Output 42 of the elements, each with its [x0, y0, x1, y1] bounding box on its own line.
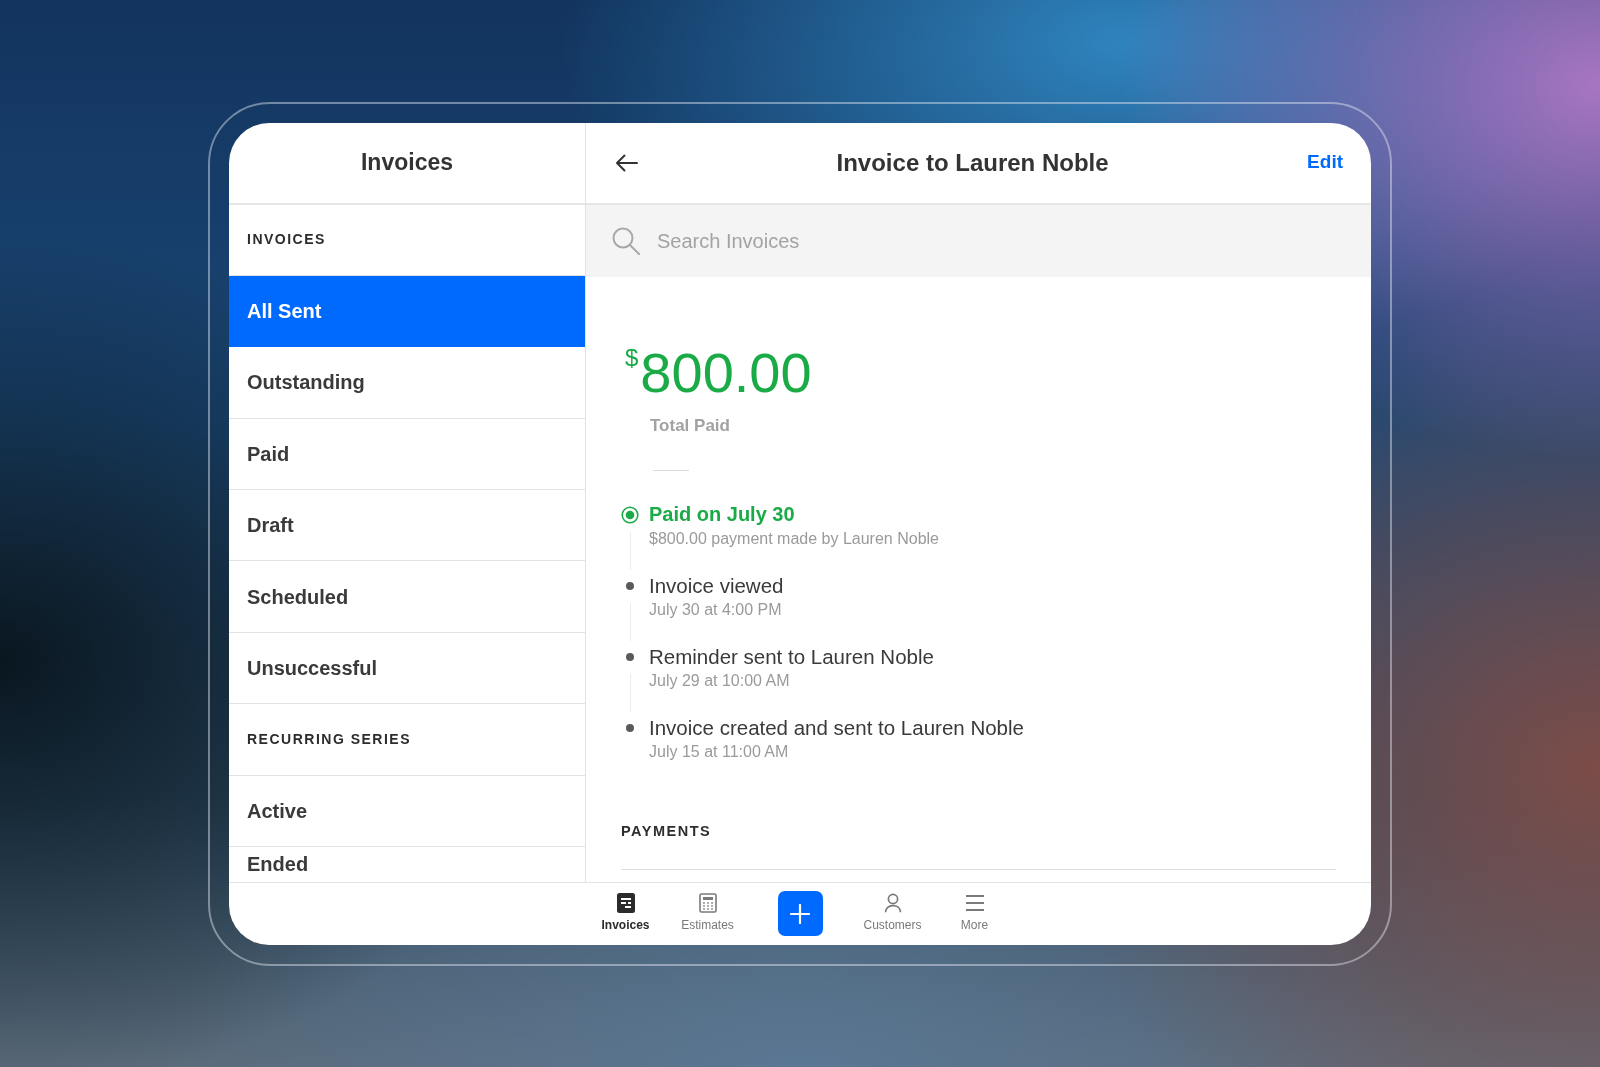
section-heading: PAYMENTS: [621, 822, 713, 841]
event-detail: $800.00 payment made by Lauren Noble: [649, 529, 939, 549]
sidebar-item[interactable]: Outstanding: [229, 347, 585, 419]
sidebar-item[interactable]: Ended: [229, 847, 585, 882]
event-detail: July 29 at 10:00 AM: [649, 671, 791, 691]
sidebar-item[interactable]: All Sent: [229, 275, 585, 348]
sidebar-item[interactable]: Paid: [229, 418, 585, 491]
event-title: Invoice viewed: [649, 573, 784, 599]
section-heading: RECURRING SERIES: [229, 704, 585, 776]
sidebar-item[interactable]: Active: [229, 775, 585, 847]
section-heading: INVOICES: [229, 204, 585, 276]
amount-total: $^{$}$800.00: [625, 344, 813, 401]
event-detail: July 30 at 4:00 PM: [649, 600, 783, 620]
search-input[interactable]: Search Invoices: [657, 225, 1345, 256]
menu-icon: [964, 893, 985, 913]
event-title: Invoice created and sent to Lauren Noble: [649, 715, 1024, 741]
tab-item[interactable]: Customers: [856, 893, 929, 934]
bullet-dot-icon: [626, 723, 634, 732]
plus-icon: [790, 903, 810, 924]
document-list-icon: [616, 893, 635, 913]
back-arrow-icon[interactable]: [614, 152, 638, 173]
add-button[interactable]: [777, 891, 823, 936]
event-detail: July 15 at 11:00 AM: [649, 742, 790, 762]
tab-item[interactable]: Invoices: [589, 893, 662, 934]
tab-item[interactable]: Estimates: [671, 893, 744, 934]
event-title: Reminder sent to Lauren Noble: [649, 644, 934, 670]
edit-link[interactable]: Edit: [1307, 148, 1343, 177]
calculator-icon: [698, 893, 717, 913]
amount-label: Total Paid: [650, 414, 731, 437]
bullet-dot-icon: [626, 652, 634, 661]
tab-item[interactable]: More: [938, 893, 1011, 934]
bullet-dot-icon: [626, 581, 634, 590]
sidebar-item[interactable]: Unsuccessful: [229, 632, 585, 705]
person-icon: [883, 893, 902, 913]
event-title: Paid on July 30: [649, 502, 796, 527]
sidebar-item[interactable]: Draft: [229, 490, 585, 562]
search-icon: [612, 226, 640, 255]
sidebar-title: Invoices: [360, 148, 453, 178]
sidebar-item[interactable]: Scheduled: [229, 561, 585, 633]
page-title: Invoice to Lauren Noble: [836, 147, 1109, 178]
status-ring-icon: [621, 505, 639, 524]
search-field[interactable]: Search Invoices: [586, 204, 1371, 277]
